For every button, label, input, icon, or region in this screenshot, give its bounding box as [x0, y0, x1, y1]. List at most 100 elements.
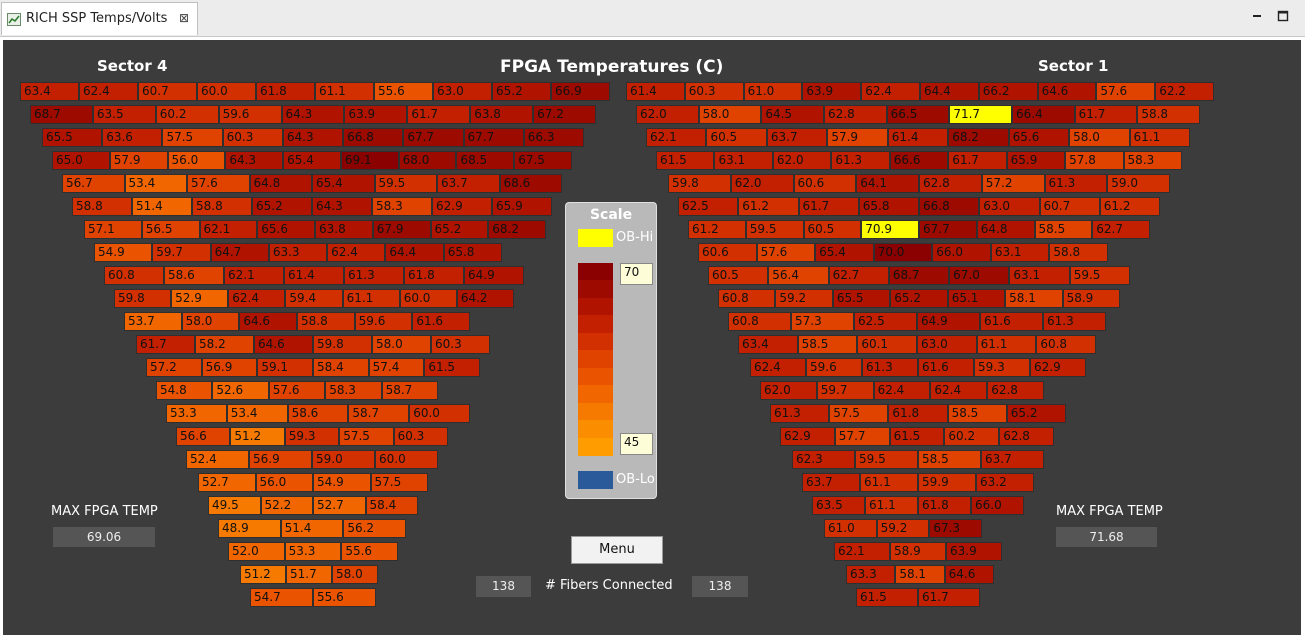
fpga-cell: 61.6	[412, 312, 470, 331]
fpga-cell: 53.4	[226, 404, 288, 423]
fpga-cell: 59.7	[816, 381, 874, 400]
fpga-cell: 65.2	[890, 289, 948, 308]
fpga-cell: 52.6	[212, 381, 269, 400]
fpga-cell: 61.0	[824, 519, 877, 538]
fpga-cell: 63.8	[315, 220, 373, 239]
ob-lo-swatch	[578, 471, 613, 489]
fpga-cell: 68.6	[499, 174, 562, 193]
gradient-step	[578, 263, 613, 282]
fpga-cell: 58.3	[325, 381, 382, 400]
fpga-cell: 56.7	[62, 174, 125, 193]
gradient-step	[578, 280, 613, 299]
fpga-cell: 62.4	[873, 381, 931, 400]
fpga-cell: 61.7	[798, 197, 859, 216]
fpga-cell: 58.8	[192, 197, 252, 216]
fpga-cell: 62.1	[199, 220, 258, 239]
fpga-cell: 58.0	[1069, 128, 1130, 147]
fpga-cell: 61.1	[315, 82, 374, 101]
fpga-cell: 61.5	[656, 151, 715, 170]
scale-title: Scale	[589, 207, 633, 223]
fpga-cell: 67.2	[533, 105, 596, 124]
fibers-right-value: 138	[692, 576, 748, 597]
fpga-cell: 63.3	[846, 565, 896, 584]
fpga-cell: 59.3	[284, 427, 340, 446]
scale-max-input[interactable]: 70	[620, 263, 653, 285]
fpga-cell: 58.5	[797, 335, 858, 354]
fpga-cell: 55.6	[341, 542, 398, 561]
fpga-cell: 58.8	[297, 312, 355, 331]
fpga-cell: 61.7	[918, 588, 980, 607]
fpga-cell: 62.2	[1155, 82, 1214, 101]
fpga-cell: 63.5	[812, 496, 865, 515]
fpga-cell: 62.0	[760, 381, 817, 400]
fpga-cell: 59.0	[1107, 174, 1170, 193]
fpga-cell: 60.1	[857, 335, 917, 354]
fpga-cell: 60.5	[706, 128, 767, 147]
close-icon[interactable]: ⊠	[179, 11, 189, 25]
fpga-cell: 54.9	[313, 473, 371, 492]
fpga-cell: 60.8	[104, 266, 164, 285]
fpga-cell: 54.7	[250, 588, 313, 607]
fpga-cell: 49.5	[208, 496, 261, 515]
fpga-cell: 67.5	[514, 151, 572, 170]
fpga-cell: 59.6	[806, 358, 862, 377]
fpga-cell: 61.3	[862, 358, 918, 377]
fpga-cell: 64.6	[944, 565, 994, 584]
fpga-cell: 66.0	[971, 496, 1024, 515]
gradient-step	[578, 297, 613, 317]
fpga-cell: 68.2	[488, 220, 546, 239]
fpga-cell: 64.2	[456, 289, 514, 308]
fpga-cell: 58.4	[313, 358, 369, 377]
fpga-cell: 58.5	[947, 404, 1007, 423]
fpga-cell: 55.6	[374, 82, 433, 101]
fpga-cell: 64.7	[210, 243, 269, 262]
fpga-cell: 64.4	[920, 82, 979, 101]
tab-rich-ssp[interactable]: RICH SSP Temps/Volts ⊠	[1, 2, 198, 35]
scale-min-input[interactable]: 45	[620, 433, 653, 455]
sector-left-title: Sector 4	[97, 57, 168, 75]
minimize-icon[interactable]	[1250, 9, 1264, 23]
fpga-cell: 57.1	[84, 220, 142, 239]
gradient-step	[578, 420, 613, 439]
fpga-cell: 60.0	[197, 82, 256, 101]
maximize-icon[interactable]	[1276, 9, 1290, 23]
fpga-cell: 53.4	[124, 174, 187, 193]
fpga-cell: 60.8	[728, 312, 791, 331]
fpga-cell: 68.7	[30, 105, 93, 124]
fpga-cell: 58.1	[895, 565, 945, 584]
fpga-cell: 60.5	[803, 220, 862, 239]
fpga-cell: 58.3	[372, 197, 432, 216]
fpga-cell: 59.8	[114, 289, 172, 308]
fpga-cell: 60.8	[718, 289, 776, 308]
fpga-cell: 59.9	[918, 473, 976, 492]
fpga-cell: 59.8	[313, 335, 372, 354]
fpga-cell: 59.8	[668, 174, 731, 193]
fpga-cell: 58.0	[181, 312, 240, 331]
fpga-cell: 62.1	[224, 266, 284, 285]
fpga-cell: 57.5	[370, 473, 428, 492]
fpga-cell: 61.8	[404, 266, 464, 285]
fpga-cell: 65.0	[52, 151, 110, 170]
fpga-cell: 58.8	[1049, 243, 1108, 262]
fpga-cell: 60.3	[222, 128, 283, 147]
fpga-cell: 56.9	[201, 358, 258, 377]
fpga-cell: 64.1	[856, 174, 919, 193]
fpga-cell: 58.2	[195, 335, 254, 354]
fpga-cell: 58.6	[164, 266, 224, 285]
fpga-cell: 52.7	[313, 496, 366, 515]
fpga-cell: 65.9	[492, 197, 552, 216]
fpga-cell: 62.9	[432, 197, 492, 216]
fpga-cell: 62.3	[792, 450, 855, 469]
fpga-cell: 63.0	[917, 335, 977, 354]
gradient-step	[578, 402, 613, 422]
fpga-cell: 58.5	[918, 450, 981, 469]
fpga-cell: 61.7	[1074, 105, 1138, 124]
fpga-cell: 54.9	[94, 243, 153, 262]
fpga-cell: 58.9	[890, 542, 946, 561]
fpga-cell: 60.0	[375, 450, 438, 469]
fpga-cell: 61.7	[948, 151, 1007, 170]
fpga-cell: 63.4	[20, 82, 79, 101]
fpga-cell: 65.2	[252, 197, 312, 216]
fpga-cell: 67.3	[929, 519, 982, 538]
menu-button[interactable]: Menu	[571, 536, 663, 564]
